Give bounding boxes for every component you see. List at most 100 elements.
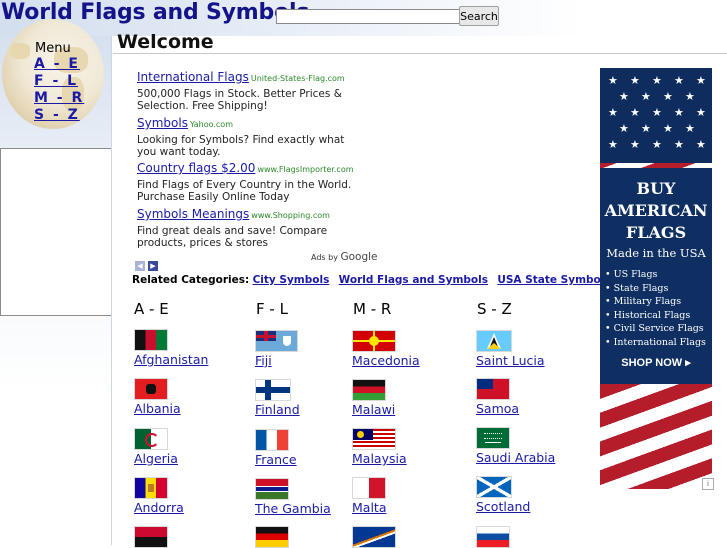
- ad-domain: Yahoo.com: [189, 120, 233, 129]
- country-item: Albania: [134, 378, 244, 416]
- banner-list-item: Civil Service Flags: [605, 322, 706, 336]
- country-link[interactable]: Malaysia: [352, 451, 462, 466]
- stars-field: ★ ★ ★ ★ ★ ★ ★ ★ ★ ★ ★ ★ ★ ★ ★ ★ ★ ★ ★ ★ ★ ★ ★: [600, 68, 712, 163]
- related-link-city-symbols[interactable]: City Symbols: [253, 274, 330, 286]
- shop-now-button[interactable]: SHOP NOW ▸: [600, 356, 712, 369]
- banner-list-item: Military Flags: [605, 295, 706, 309]
- albania-flag-icon[interactable]: [134, 378, 168, 400]
- country-item: Malaysia: [352, 428, 462, 466]
- ad-info-icon[interactable]: i: [702, 478, 714, 490]
- related-link-usa-state[interactable]: USA State Symbols: [497, 274, 610, 286]
- country-item: Macedonia: [352, 330, 462, 368]
- country-link[interactable]: Malawi: [352, 402, 462, 417]
- ad-description: 500,000 Flags in Stock. Better Prices & …: [137, 87, 342, 113]
- ad-title-link[interactable]: Symbols: [137, 116, 188, 130]
- saint-lucia-flag-icon[interactable]: [476, 330, 512, 352]
- country-link[interactable]: France: [255, 452, 365, 467]
- ad-title-link[interactable]: Symbols Meanings: [137, 207, 249, 221]
- country-item: The Gambia: [255, 478, 365, 516]
- country-link[interactable]: Scotland: [476, 499, 586, 514]
- ad-item: Symbols Meanings www.Shopping.com Find gr…: [137, 208, 357, 250]
- banner-list-item: International Flags: [605, 336, 706, 350]
- malta-flag-icon[interactable]: [352, 477, 386, 499]
- banner-made-in-usa: Made in the USA: [606, 246, 706, 260]
- ad-title-link[interactable]: Country flags $2.00: [137, 161, 255, 175]
- afghanistan-flag-icon[interactable]: [134, 329, 168, 351]
- country-item: Afghanistan: [134, 329, 244, 367]
- menu-link-s-z[interactable]: S - Z: [34, 107, 80, 123]
- samoa-flag-icon[interactable]: [476, 378, 510, 400]
- country-item: Scotland: [476, 476, 586, 514]
- algeria-flag-icon[interactable]: [134, 428, 168, 450]
- search-input[interactable]: [276, 9, 460, 24]
- banner-list-item: State Flags: [605, 282, 706, 296]
- google-logo: Google: [340, 251, 378, 263]
- country-item: Saint Lucia: [476, 330, 586, 368]
- country-link[interactable]: Samoa: [476, 401, 586, 416]
- ad-domain: www.FlagsImporter.com: [257, 165, 354, 174]
- scotland-flag-icon[interactable]: [476, 476, 512, 498]
- country-link[interactable]: Saint Lucia: [476, 353, 586, 368]
- country-link[interactable]: Malta: [352, 500, 462, 515]
- column-heading-a-e: A - E: [134, 300, 169, 318]
- related-categories: Related Categories: City Symbols World F…: [132, 274, 617, 286]
- country-link[interactable]: Algeria: [134, 451, 244, 466]
- menu-link-m-r[interactable]: M - R: [34, 90, 84, 106]
- ad-item: Country flags $2.00 www.FlagsImporter.com…: [137, 162, 357, 204]
- page-title: Welcome: [117, 31, 214, 53]
- related-link-world-flags[interactable]: World Flags and Symbols: [339, 274, 488, 286]
- banner-list-item: US Flags: [605, 268, 706, 282]
- country-item: Andorra: [134, 477, 244, 515]
- country-link[interactable]: Finland: [255, 402, 365, 417]
- ad-description: Find Flags of Every Country in the World…: [137, 178, 352, 204]
- country-link[interactable]: Andorra: [134, 500, 244, 515]
- menu-link-f-l[interactable]: F - L: [34, 73, 78, 89]
- column-heading-s-z: S - Z: [477, 300, 512, 318]
- menu-title: Menu: [35, 41, 71, 56]
- ad-item: Symbols Yahoo.com Looking for Symbols? Fi…: [137, 117, 357, 159]
- ads-by-google[interactable]: Ads by Google: [311, 251, 378, 263]
- gambia-flag-icon[interactable]: [255, 478, 289, 500]
- country-link[interactable]: Fiji: [255, 353, 365, 368]
- ad-next-icon[interactable]: ▶: [148, 261, 158, 271]
- andorra-flag-icon[interactable]: [134, 477, 168, 499]
- banner-headline: BUY AMERICAN FLAGS: [604, 179, 708, 242]
- related-label: Related Categories:: [132, 274, 250, 286]
- saudi-arabia-flag-icon[interactable]: [476, 427, 510, 449]
- ad-prev-icon[interactable]: ◀: [135, 261, 145, 271]
- country-item: Saudi Arabia: [476, 427, 586, 465]
- country-item: France: [255, 429, 365, 467]
- macedonia-flag-icon[interactable]: [352, 330, 396, 352]
- country-item: Malta: [352, 477, 462, 515]
- country-link[interactable]: The Gambia: [255, 501, 365, 516]
- banner-list-item: Historical Flags: [605, 309, 706, 323]
- ads-by-prefix: Ads by: [311, 253, 338, 262]
- country-item: Fiji: [255, 330, 365, 368]
- title-divider: [113, 53, 727, 54]
- country-item: Samoa: [476, 378, 586, 416]
- country-item: Finland: [255, 379, 365, 417]
- country-link[interactable]: Albania: [134, 401, 244, 416]
- country-item: Malawi: [352, 379, 462, 417]
- ad-nav: ◀ ▶: [135, 253, 161, 272]
- fiji-flag-icon[interactable]: [255, 330, 298, 352]
- ad-description: Looking for Symbols? Find exactly what y…: [137, 133, 345, 159]
- ad-domain: www.Shopping.com: [251, 211, 330, 220]
- france-flag-icon[interactable]: [255, 429, 289, 451]
- column-heading-f-l: F - L: [256, 300, 288, 318]
- malaysia-flag-icon[interactable]: [352, 428, 396, 450]
- finland-flag-icon[interactable]: [255, 379, 291, 401]
- malawi-flag-icon[interactable]: [352, 379, 386, 401]
- ad-domain: United-States-Flag.com: [250, 74, 345, 83]
- country-link[interactable]: Afghanistan: [134, 352, 244, 367]
- country-link[interactable]: Macedonia: [352, 353, 462, 368]
- search-button[interactable]: Search: [459, 6, 499, 26]
- country-item: Algeria: [134, 428, 244, 466]
- menu-link-a-e[interactable]: A - E: [34, 56, 80, 72]
- country-link[interactable]: Saudi Arabia: [476, 450, 586, 465]
- ad-title-link[interactable]: International Flags: [137, 70, 249, 84]
- ad-item: International Flags United-States-Flag.co…: [137, 71, 357, 113]
- banner-ad[interactable]: ★ ★ ★ ★ ★ ★ ★ ★ ★ ★ ★ ★ ★ ★ ★ ★ ★ ★ ★ ★ ★ ★ ★ BUY AMERICAN…: [600, 68, 712, 489]
- column-heading-m-r: M - R: [353, 300, 392, 318]
- banner-list: US Flags State Flags Military Flags Hist…: [605, 268, 706, 350]
